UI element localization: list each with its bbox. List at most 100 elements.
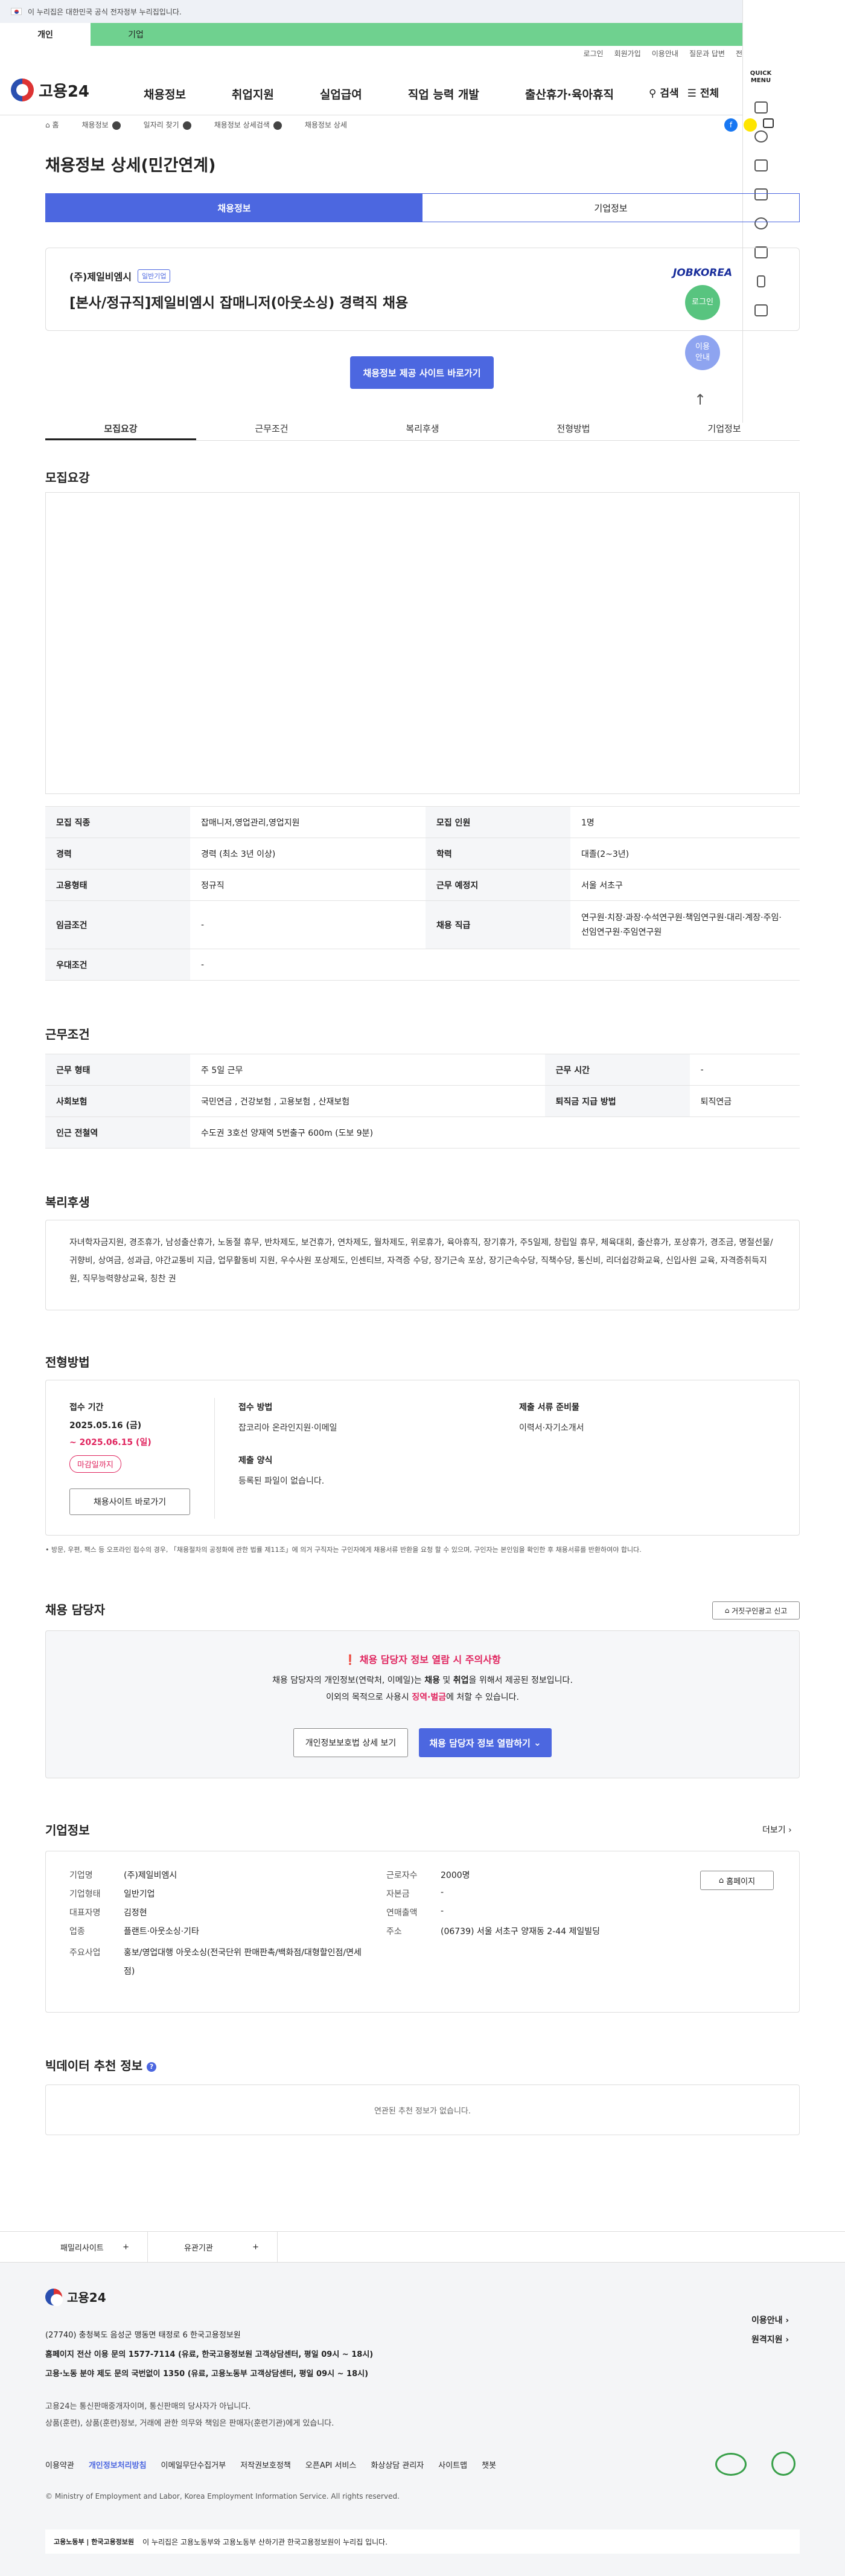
cell-value: 서울 서초구 [570, 869, 800, 901]
cell-label: 근무 형태 [45, 1054, 190, 1086]
more-link[interactable]: 더보기 › [762, 1824, 792, 1836]
related-org-toggle[interactable]: 유관기관 + [148, 2232, 278, 2262]
method-label: 접수 방법 [238, 1403, 273, 1412]
more-util-link[interactable]: 전 [736, 48, 742, 59]
process-divider [214, 1398, 215, 1519]
search-button[interactable]: ⚲ 검색 [649, 85, 679, 100]
item-value: 2000명 [441, 1871, 470, 1880]
contact-warning-line1: 채용 담당자의 개인정보(연락처, 이메일)는 채용 및 취업을 위해서 제공된… [0, 1674, 845, 1686]
footer-note-2: 상품(훈련), 상품(훈련)정보, 거래에 관한 의무와 책임은 판매자(훈련기… [45, 2419, 334, 2428]
section-contact-title: 채용 담당자 [45, 1603, 105, 1617]
qna-link[interactable]: 질문과 답변 [689, 48, 725, 59]
accessibility-mark-icon [771, 2452, 796, 2476]
footer-link[interactable]: 화상상담 관리자 [371, 2459, 424, 2470]
crumb-find[interactable]: 일자리 찾기 [144, 120, 191, 130]
tab-company-info[interactable]: 기업정보 [422, 194, 799, 222]
crumb-search[interactable]: 채용정보 상세검색 [214, 120, 282, 130]
docs-label: 제출 서류 준비물 [519, 1403, 579, 1412]
guide-float-button[interactable]: 이용 안내 [685, 335, 720, 370]
footer-link[interactable]: 저작권보호정책 [240, 2459, 291, 2470]
footer-info: (27740) 충청북도 음성군 맹동면 태정로 6 한국고용정보원 홈페이지 … [45, 2326, 373, 2384]
nav-parental-leave[interactable]: 출산휴가·육아휴직 [502, 86, 637, 102]
company-type-badge: 일반기업 [137, 269, 171, 283]
nav-unemployment-benefit[interactable]: 실업급여 [297, 86, 385, 102]
crumb-dropdown-icon[interactable] [112, 121, 121, 130]
section-nav: 모집요강 근무조건 복리후생 전형방법 기업정보 [45, 417, 800, 441]
main-nav: 채용정보 취업지원 실업급여 직업 능력 개발 출산휴가·육아휴직 [121, 86, 637, 102]
crumb-dropdown-icon[interactable] [273, 121, 282, 130]
list-item: 자본금 - [386, 1888, 700, 1906]
guide-link[interactable]: 이용안내 [652, 48, 678, 59]
footer-guide-link[interactable]: 이용안내 › [751, 2311, 789, 2330]
footer: 고용24 (27740) 충청북도 음성군 맹동면 태정로 6 한국고용정보원 … [0, 2263, 845, 2576]
footer-link[interactable]: 사이트맵 [438, 2459, 467, 2470]
subnav-work[interactable]: 근무조건 [196, 417, 347, 440]
monitor-icon[interactable] [754, 159, 768, 171]
all-menu-button[interactable]: ☰ 전체 [687, 85, 719, 100]
family-site-toggle[interactable]: 패밀리사이트 + [0, 2232, 148, 2262]
item-label: 주요사업 [69, 1948, 101, 1958]
tab-personal[interactable]: 개인 [0, 23, 91, 46]
detail-tabs: 채용정보 기업정보 [45, 193, 800, 222]
footer-link[interactable]: 오픈API 서비스 [305, 2459, 357, 2470]
quick-menu-title: QUICK MENU [750, 70, 772, 84]
crumb-dropdown-icon[interactable] [182, 121, 191, 130]
subnav-process[interactable]: 전형방법 [498, 417, 649, 440]
apply-site-button[interactable]: 채용정보 제공 사이트 바로가기 [350, 356, 494, 389]
item-value: 플랜트·아웃소싱·기타 [124, 1927, 199, 1937]
login-link[interactable]: 로그인 [583, 48, 603, 59]
homepage-button[interactable]: ⌂ 홈페이지 [700, 1871, 774, 1890]
work-table: 근무 형태 주 5일 근무 근무 시간 - 사회보험 국민연금 , 건강보험 , 고용보… [45, 1054, 800, 1149]
crumb-home: 홈 [52, 121, 59, 129]
share-tools: f [724, 118, 774, 132]
alert-icon: ❗ [344, 1654, 357, 1665]
print-icon[interactable] [763, 118, 774, 128]
footer-sites: 패밀리사이트 + 유관기관 + [0, 2231, 845, 2263]
facebook-icon[interactable]: f [724, 118, 738, 132]
tab-job-info[interactable]: 채용정보 [46, 194, 422, 222]
privacy-law-button[interactable]: 개인정보보호법 상세 보기 [293, 1728, 408, 1757]
nav-employment-support[interactable]: 취업지원 [209, 86, 297, 102]
report-fake-ad-button[interactable]: ⌂ 거짓구인광고 신고 [712, 1601, 800, 1620]
footer-link[interactable]: 이용약관 [45, 2459, 74, 2470]
signup-link[interactable]: 회원가입 [614, 48, 641, 59]
kakao-icon[interactable] [744, 118, 757, 132]
warn-text: 에 처할 수 있습니다. [446, 1693, 519, 1702]
tab-company[interactable]: 기업 [91, 23, 181, 46]
footer-link[interactable]: 챗봇 [482, 2459, 496, 2470]
login-float-button[interactable]: 로그인 [685, 285, 720, 320]
footer-remote-link[interactable]: 원격지원 › [751, 2330, 789, 2350]
site-logo[interactable]: 고용24 [11, 78, 89, 101]
subnav-welfare[interactable]: 복리후생 [347, 417, 498, 440]
job-summary-card [45, 248, 800, 331]
scroll-top-icon[interactable]: ↑ [694, 391, 706, 408]
help-icon[interactable]: ? [147, 2062, 157, 2072]
footer-link[interactable]: 이메일무단수집거부 [161, 2459, 226, 2470]
list-item: 근로자수 2000명 [386, 1869, 700, 1888]
login-float-label: 로그인 [692, 298, 713, 307]
home-link[interactable]: ⌂ 홈 [45, 120, 59, 130]
crumb-jobs[interactable]: 채용정보 [82, 120, 121, 130]
company-right-list: 근로자수 2000명 자본금 - 연매출액 - 주소 (06739) 서울 서초구 양재… [386, 1869, 700, 1944]
nav-jobs[interactable]: 채용정보 [121, 86, 209, 102]
gov-banner-text: 이 누리집은 대한민국 공식 전자정부 누리집입니다. [28, 7, 182, 16]
nav-job-training[interactable]: 직업 능력 개발 [385, 86, 502, 102]
subnav-company[interactable]: 기업정보 [649, 417, 800, 440]
chat-icon[interactable] [754, 130, 768, 143]
certification-mark-icon [715, 2453, 747, 2476]
apply-site-link-button[interactable]: 채용사이트 바로가기 [69, 1488, 190, 1515]
list-item: 업종 플랜트·아웃소싱·기타 [69, 1925, 371, 1944]
more-label: 더보기 [762, 1825, 786, 1835]
subnav-recruit[interactable]: 모집요강 [45, 417, 196, 440]
footer-link-privacy[interactable]: 개인정보처리방침 [89, 2459, 147, 2470]
cell-label: 채용 직급 [426, 900, 570, 949]
job-title: [본사/정규직]제일비엠시 잡매니저(아웃소싱) 경력직 채용 [69, 295, 409, 311]
doc-icon[interactable] [754, 101, 768, 114]
guide-float-label: 이용 안내 [695, 342, 710, 362]
contact-warning-title: ❗ 채용 담당자 정보 열람 시 주의사항 [0, 1652, 845, 1666]
related-org-label: 유관기관 [184, 2243, 213, 2253]
cell-label: 우대조건 [45, 949, 190, 981]
item-value: - [441, 1906, 444, 1916]
view-contact-button[interactable]: 채용 담당자 정보 열람하기 ⌄ [419, 1728, 552, 1757]
header-actions: ⚲ 검색 ☰ 전체 [649, 85, 719, 100]
